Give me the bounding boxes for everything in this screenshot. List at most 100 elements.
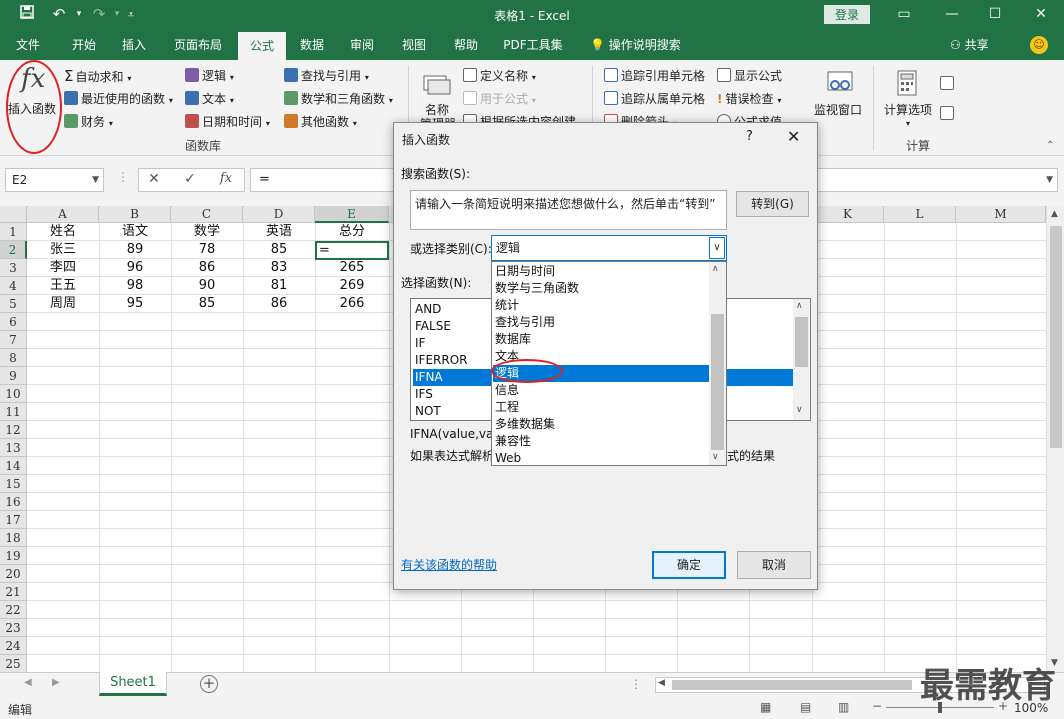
tab-insert[interactable]: 插入 bbox=[114, 30, 154, 60]
save-icon[interactable] bbox=[16, 5, 38, 23]
cell-c5[interactable]: 85 bbox=[171, 295, 243, 313]
maximize-icon[interactable]: ☐ bbox=[981, 4, 1009, 24]
row-header[interactable]: 8 bbox=[0, 349, 27, 367]
cell-d3[interactable]: 83 bbox=[243, 259, 315, 277]
row-header[interactable]: 1 bbox=[0, 223, 27, 241]
tab-view[interactable]: 视图 bbox=[394, 30, 434, 60]
trace-precedents-button[interactable]: 追踪引用单元格 bbox=[604, 66, 705, 86]
column-header[interactable]: D bbox=[243, 206, 315, 223]
category-option-web[interactable]: Web bbox=[493, 450, 710, 467]
row-header[interactable]: 23 bbox=[0, 619, 27, 637]
row-header[interactable]: 10 bbox=[0, 385, 27, 403]
cell-c4[interactable]: 90 bbox=[171, 277, 243, 295]
category-option-engineering[interactable]: 工程 bbox=[493, 399, 710, 416]
financial-button[interactable]: 财务 ▾ bbox=[64, 112, 113, 132]
feedback-smiley-icon[interactable]: ☺ bbox=[1030, 36, 1048, 54]
column-header[interactable]: M bbox=[956, 206, 1046, 223]
column-header[interactable]: B bbox=[99, 206, 171, 223]
row-header[interactable]: 12 bbox=[0, 421, 27, 439]
cell-a2[interactable]: 张三 bbox=[27, 241, 99, 259]
category-option-statistical[interactable]: 统计 bbox=[493, 297, 710, 314]
cell-b4[interactable]: 98 bbox=[99, 277, 171, 295]
cell-a5[interactable]: 周周 bbox=[27, 295, 99, 313]
tab-pdf-tools[interactable]: PDF工具集 bbox=[498, 30, 568, 60]
fx-icon[interactable]: fx bbox=[215, 171, 237, 186]
cancel-button[interactable]: 取消 bbox=[737, 551, 811, 579]
row-header[interactable]: 4 bbox=[0, 277, 27, 295]
tab-help[interactable]: 帮助 bbox=[446, 30, 486, 60]
recent-functions-button[interactable]: 最近使用的函数 ▾ bbox=[64, 89, 173, 109]
text-button[interactable]: 文本 ▾ bbox=[185, 89, 234, 109]
lookup-reference-button[interactable]: 查找与引用 ▾ bbox=[284, 66, 369, 86]
row-header-selected[interactable]: 2 bbox=[0, 241, 27, 259]
column-header[interactable]: L bbox=[884, 206, 956, 223]
row-header[interactable]: 14 bbox=[0, 457, 27, 475]
scroll-thumb[interactable] bbox=[795, 317, 808, 367]
enter-icon[interactable]: ✓ bbox=[179, 171, 201, 187]
cell-a4[interactable]: 王五 bbox=[27, 277, 99, 295]
drag-handle-icon[interactable]: ⋮ bbox=[117, 170, 129, 184]
ok-button[interactable]: 确定 bbox=[652, 551, 726, 579]
scroll-up-icon[interactable]: ∧ bbox=[796, 301, 803, 311]
scroll-thumb[interactable] bbox=[711, 314, 724, 450]
scroll-left-icon[interactable]: ◀ bbox=[658, 678, 665, 688]
tab-page-layout[interactable]: 页面布局 bbox=[166, 30, 230, 60]
category-select[interactable]: 逻辑 ∨ bbox=[491, 235, 727, 261]
cell-e4[interactable]: 269 bbox=[315, 277, 389, 295]
close-icon[interactable]: ✕ bbox=[787, 127, 800, 146]
row-header[interactable]: 18 bbox=[0, 529, 27, 547]
math-trig-button[interactable]: 数学和三角函数 ▾ bbox=[284, 89, 393, 109]
collapse-ribbon-icon[interactable]: ⌃ bbox=[1046, 136, 1054, 156]
category-option-lookup[interactable]: 查找与引用 bbox=[493, 314, 710, 331]
tell-me-search[interactable]: 💡 操作说明搜索 bbox=[590, 30, 700, 60]
scroll-thumb[interactable] bbox=[1050, 226, 1062, 448]
cell-d2[interactable]: 85 bbox=[243, 241, 315, 259]
expand-formula-icon[interactable]: ▼ bbox=[1046, 169, 1053, 191]
undo-dropdown-icon[interactable]: ▾ bbox=[68, 9, 90, 19]
name-box[interactable]: E2 ▼ bbox=[5, 168, 104, 192]
cell-b1[interactable]: 语文 bbox=[99, 223, 171, 241]
row-header[interactable]: 16 bbox=[0, 493, 27, 511]
row-header[interactable]: 9 bbox=[0, 367, 27, 385]
customize-toolbar-icon[interactable]: ⩡ bbox=[120, 8, 142, 22]
prev-sheet-icon[interactable]: ◀ bbox=[24, 677, 32, 688]
category-option-info[interactable]: 信息 bbox=[493, 382, 710, 399]
error-checking-button[interactable]: ! 错误检查 ▾ bbox=[717, 89, 781, 109]
normal-view-icon[interactable]: ▦ bbox=[760, 700, 771, 714]
row-header[interactable]: 19 bbox=[0, 547, 27, 565]
cell-b3[interactable]: 96 bbox=[99, 259, 171, 277]
show-formulas-button[interactable]: 显示公式 bbox=[717, 66, 782, 86]
cell-c3[interactable]: 86 bbox=[171, 259, 243, 277]
help-icon[interactable]: ? bbox=[746, 129, 753, 144]
logical-button[interactable]: 逻辑 ▾ bbox=[185, 66, 234, 86]
cancel-icon[interactable]: ✕ bbox=[143, 171, 165, 187]
cell-b5[interactable]: 95 bbox=[99, 295, 171, 313]
trace-dependents-button[interactable]: 追踪从属单元格 bbox=[604, 89, 705, 109]
cell-a1[interactable]: 姓名 bbox=[27, 223, 99, 241]
scroll-down-icon[interactable]: ∨ bbox=[796, 405, 803, 415]
row-header[interactable]: 13 bbox=[0, 439, 27, 457]
calculator-icon[interactable] bbox=[896, 70, 918, 98]
category-option-database[interactable]: 数据库 bbox=[493, 331, 710, 348]
date-time-button[interactable]: 日期和时间 ▾ bbox=[185, 112, 270, 132]
column-header[interactable]: K bbox=[812, 206, 884, 223]
category-option-math[interactable]: 数学与三角函数 bbox=[493, 280, 710, 297]
row-header[interactable]: 21 bbox=[0, 583, 27, 601]
watch-window-button[interactable]: 监视窗口 bbox=[814, 100, 862, 120]
cell-e1[interactable]: 总分 bbox=[315, 223, 389, 241]
sheet-tab-sheet1[interactable]: Sheet1 bbox=[99, 672, 167, 696]
cell-d4[interactable]: 81 bbox=[243, 277, 315, 295]
row-header[interactable]: 6 bbox=[0, 313, 27, 331]
category-option-datetime[interactable]: 日期与时间 bbox=[493, 263, 710, 280]
share-button[interactable]: ⚇ 共享 bbox=[950, 30, 989, 60]
cell-d1[interactable]: 英语 bbox=[243, 223, 315, 241]
category-list-scrollbar[interactable]: ∧ ∨ bbox=[709, 262, 726, 465]
close-icon[interactable]: ✕ bbox=[1027, 4, 1055, 24]
tab-review[interactable]: 审阅 bbox=[342, 30, 382, 60]
row-header[interactable]: 25 bbox=[0, 655, 27, 672]
row-header[interactable]: 24 bbox=[0, 637, 27, 655]
function-help-link[interactable]: 有关该函数的帮助 bbox=[401, 556, 497, 573]
more-functions-button[interactable]: 其他函数 ▾ bbox=[284, 112, 357, 132]
calculate-sheet-icon[interactable] bbox=[940, 104, 957, 124]
column-header[interactable]: A bbox=[27, 206, 99, 223]
